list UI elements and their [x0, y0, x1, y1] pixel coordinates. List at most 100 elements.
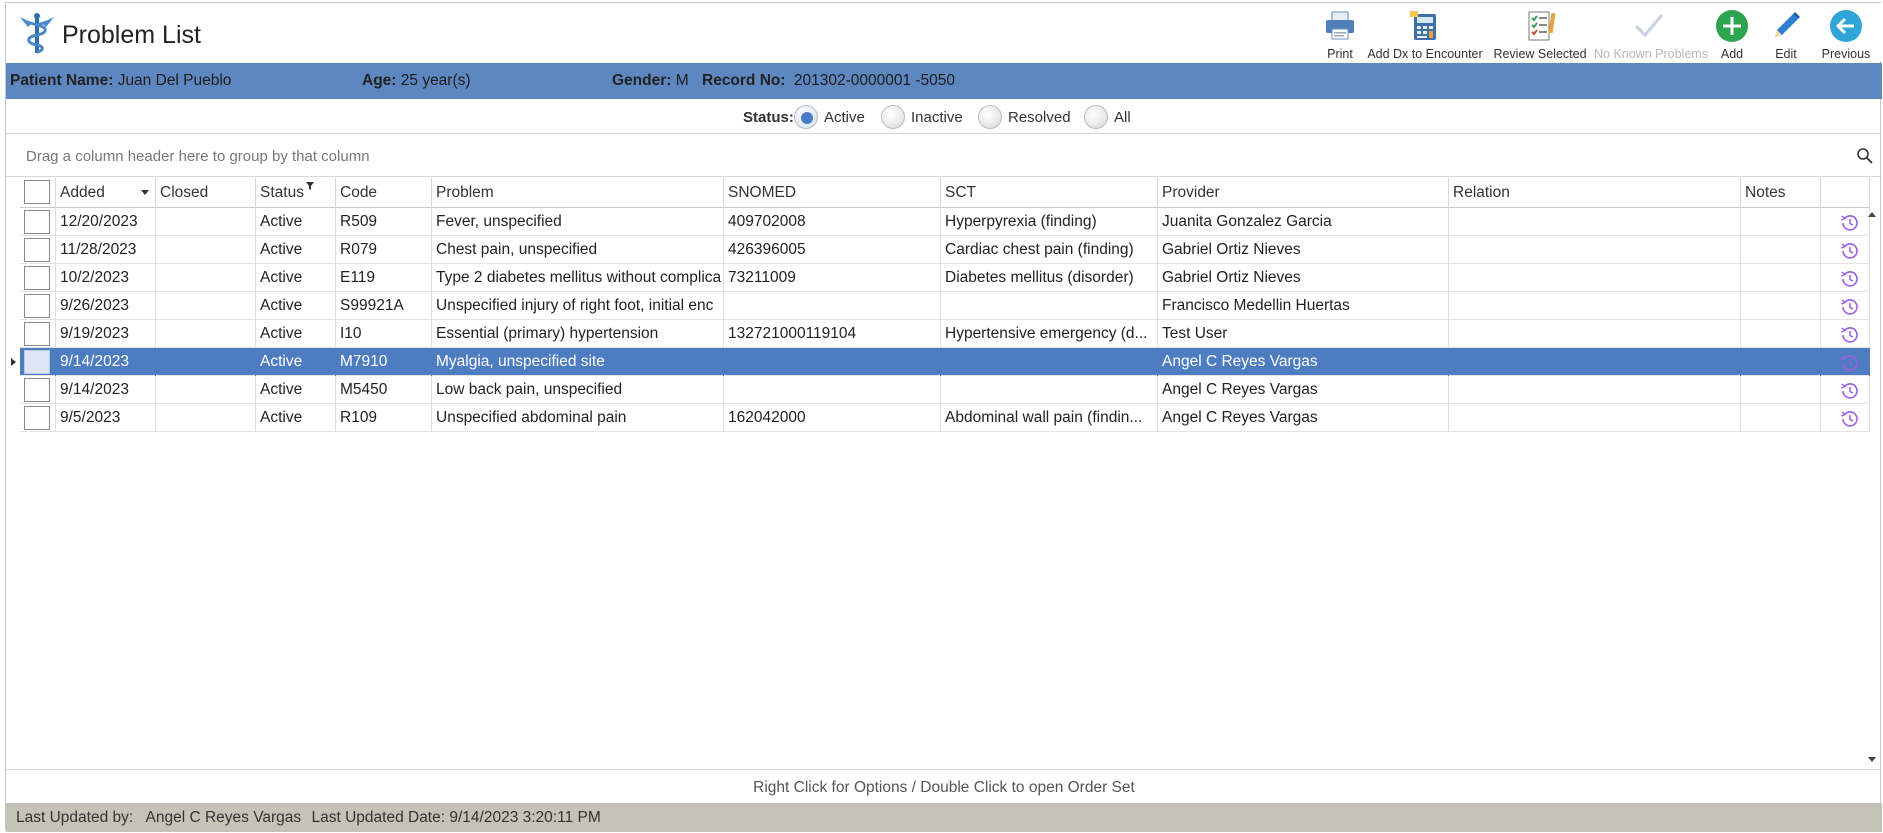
history-icon[interactable]	[1839, 380, 1861, 402]
column-header-status[interactable]: Status	[256, 178, 336, 208]
add-dx-to-encounter-button[interactable]: Add Dx to Encounter	[1366, 7, 1484, 61]
status-radio-all[interactable]: All	[1084, 105, 1134, 129]
filter-icon[interactable]	[306, 182, 314, 190]
cell-notes	[1741, 376, 1821, 404]
cell-added: 12/20/2023	[56, 208, 156, 236]
history-icon[interactable]	[1839, 296, 1861, 318]
add-button[interactable]: Add	[1712, 7, 1752, 61]
cell-closed	[156, 236, 256, 264]
table-row[interactable]: 9/14/2023 Active M7910 Myalgia, unspecified…	[20, 348, 1870, 376]
cell-snomed	[724, 376, 941, 404]
no-known-problems-button[interactable]: No Known Problems	[1594, 7, 1708, 61]
cell-status: Active	[256, 348, 336, 376]
cell-code: M7910	[336, 348, 432, 376]
grid-hint: Right Click for Options / Double Click t…	[6, 769, 1882, 803]
row-checkbox[interactable]	[24, 210, 50, 234]
record-number-label: Record No:	[702, 72, 786, 89]
history-icon[interactable]	[1839, 240, 1861, 262]
previous-button[interactable]: Previous	[1818, 7, 1874, 61]
status-radio-label: Active	[824, 109, 865, 126]
column-header-history	[1821, 178, 1870, 208]
select-all-header	[20, 178, 56, 208]
status-radio-active[interactable]: Active	[794, 105, 866, 129]
history-icon[interactable]	[1839, 268, 1861, 290]
row-select-cell	[20, 236, 56, 264]
column-header-label: Provider	[1162, 184, 1220, 201]
add-dx-label: Add Dx to Encounter	[1367, 47, 1483, 61]
row-select-cell	[20, 320, 56, 348]
patient-age: 25 year(s)	[400, 72, 471, 89]
row-checkbox[interactable]	[24, 266, 50, 290]
scroll-up-arrow-icon[interactable]	[1868, 212, 1876, 217]
vertical-scrollbar[interactable]	[1864, 208, 1880, 768]
edit-button[interactable]: Edit	[1766, 7, 1806, 61]
patient-info-bar: Patient Name: Juan Del Pueblo Age: 25 ye…	[6, 63, 1882, 99]
table-row[interactable]: 9/14/2023 Active M5450 Low back pain, unspe…	[20, 376, 1870, 404]
cell-code: R079	[336, 236, 432, 264]
column-header-notes[interactable]: Notes	[1741, 178, 1821, 208]
column-header-provider[interactable]: Provider	[1158, 178, 1449, 208]
table-row[interactable]: 9/5/2023 Active R109 Unspecified abdominal …	[20, 404, 1870, 432]
print-button[interactable]: Print	[1318, 7, 1362, 61]
cell-status: Active	[256, 404, 336, 432]
column-header-code[interactable]: Code	[336, 178, 432, 208]
cell-problem: Type 2 diabetes mellitus without complic…	[432, 264, 724, 292]
cell-added: 9/14/2023	[56, 348, 156, 376]
cell-provider: Angel C Reyes Vargas	[1158, 376, 1449, 404]
row-checkbox[interactable]	[24, 238, 50, 262]
row-checkbox[interactable]	[24, 322, 50, 346]
cell-problem: Fever, unspecified	[432, 208, 724, 236]
problem-list-window: Problem List Print Add Dx to Encounter R…	[5, 2, 1882, 832]
column-header-label: Added	[60, 184, 105, 201]
group-by-panel[interactable]: Drag a column header here to group by th…	[6, 135, 1882, 177]
pencil-icon	[1775, 12, 1800, 37]
row-checkbox[interactable]	[24, 294, 50, 318]
status-filter-label: Status:	[743, 109, 794, 126]
cell-added: 9/14/2023	[56, 376, 156, 404]
history-icon[interactable]	[1839, 212, 1861, 234]
patient-name: Juan Del Pueblo	[117, 72, 232, 89]
select-all-checkbox[interactable]	[24, 180, 50, 204]
column-header-label: Closed	[160, 184, 209, 201]
table-row[interactable]: 10/2/2023 Active E119 Type 2 diabetes melli…	[20, 264, 1870, 292]
status-radio-inactive[interactable]: Inactive	[881, 105, 965, 129]
column-header-snomed[interactable]: SNOMED	[724, 178, 941, 208]
column-header-problem[interactable]: Problem	[432, 178, 724, 208]
table-row[interactable]: 12/20/2023 Active R509 Fever, unspecified 40…	[20, 208, 1870, 236]
cell-closed	[156, 264, 256, 292]
current-row-indicator-icon	[11, 358, 16, 366]
cell-sct	[941, 292, 1158, 320]
problem-grid: Added Closed Status Code Problem SNOMED …	[6, 178, 1882, 768]
checkmark-icon	[1634, 14, 1664, 38]
table-row[interactable]: 9/26/2023 Active S99921A Unspecified injury…	[20, 292, 1870, 320]
history-icon[interactable]	[1839, 408, 1861, 430]
cell-code: R509	[336, 208, 432, 236]
cell-notes	[1741, 348, 1821, 376]
search-icon[interactable]	[1856, 147, 1874, 165]
cell-code: I10	[336, 320, 432, 348]
header: Problem List Print Add Dx to Encounter R…	[6, 3, 1882, 61]
column-header-relation[interactable]: Relation	[1449, 178, 1741, 208]
history-icon[interactable]	[1839, 352, 1861, 374]
row-checkbox[interactable]	[24, 406, 50, 430]
scroll-down-arrow-icon[interactable]	[1868, 757, 1876, 762]
column-header-sct[interactable]: SCT	[941, 178, 1158, 208]
cell-added: 9/19/2023	[56, 320, 156, 348]
row-checkbox[interactable]	[24, 378, 50, 402]
cell-sct: Hyperpyrexia (finding)	[941, 208, 1158, 236]
cell-relation	[1449, 264, 1741, 292]
cell-sct	[941, 376, 1158, 404]
status-radio-resolved[interactable]: Resolved	[978, 105, 1071, 129]
cell-notes	[1741, 264, 1821, 292]
radio-circle	[1084, 105, 1108, 129]
column-header-label: Relation	[1453, 184, 1510, 201]
table-row[interactable]: 9/19/2023 Active I10 Essential (primary) hy…	[20, 320, 1870, 348]
column-header-label: Code	[340, 184, 378, 201]
column-header-added[interactable]: Added	[56, 178, 156, 208]
history-icon[interactable]	[1839, 324, 1861, 346]
review-selected-button[interactable]: Review Selected	[1492, 7, 1588, 61]
cell-sct: Abdominal wall pain (findin...	[941, 404, 1158, 432]
row-checkbox[interactable]	[24, 350, 50, 374]
column-header-closed[interactable]: Closed	[156, 178, 256, 208]
table-row[interactable]: 11/28/2023 Active R079 Chest pain, unspecif…	[20, 236, 1870, 264]
